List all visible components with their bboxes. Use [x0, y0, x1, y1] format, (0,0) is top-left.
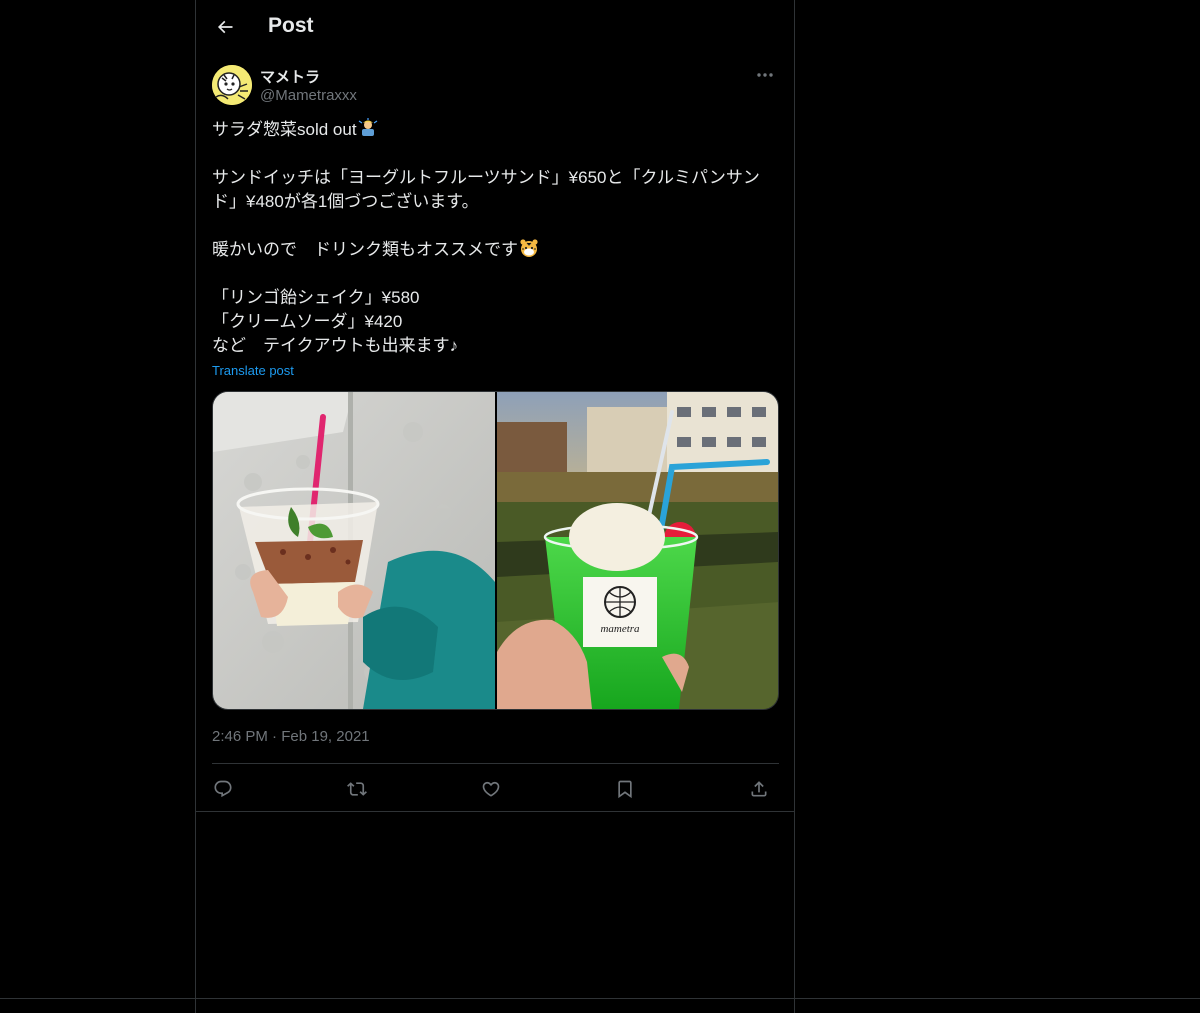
translate-post-link[interactable]: Translate post	[212, 363, 294, 378]
like-icon	[482, 781, 500, 797]
yogurt-parfait-photo[interactable]	[213, 392, 495, 709]
post-date[interactable]: Feb 19, 2021	[281, 728, 369, 745]
post-line: 「クリームソーダ」¥420	[212, 312, 403, 331]
share-button[interactable]	[742, 772, 776, 806]
more-options-button[interactable]	[750, 64, 780, 86]
post-time[interactable]: 2:46 PM	[212, 728, 268, 745]
divider	[0, 998, 1200, 999]
bookmark-button[interactable]	[608, 772, 642, 806]
more-horizontal-icon	[757, 73, 773, 77]
avatar[interactable]	[212, 65, 252, 105]
post-line: 暖かいので ドリンク類もオススメです	[212, 238, 772, 262]
page-title: Post	[268, 14, 314, 37]
arrow-left-icon	[217, 20, 233, 34]
divider	[196, 811, 794, 812]
reply-icon	[214, 780, 232, 798]
tiger-avatar-icon	[212, 65, 252, 105]
divider	[212, 763, 779, 764]
post-actions	[212, 772, 779, 806]
post-column: Post マメトラ @Mametraxxx サラダ惣菜sold out サンドイ…	[195, 0, 795, 1013]
bookmark-icon	[618, 780, 632, 799]
post-line: など テイクアウトも出来ます♪	[212, 336, 459, 355]
person-bowing-emoji-icon	[358, 118, 377, 136]
post-line: 「リンゴ飴シェイク」¥580	[212, 288, 420, 307]
timestamp-separator: ·	[272, 728, 278, 745]
like-button[interactable]	[474, 772, 508, 806]
author-handle[interactable]: @Mametraxxx	[260, 87, 357, 104]
repost-button[interactable]	[340, 772, 374, 806]
author-name[interactable]: マメトラ	[260, 66, 320, 87]
share-icon	[751, 781, 767, 797]
post-text: サラダ惣菜sold out サンドイッチは「ヨーグルトフルーツサンド」¥650と…	[212, 118, 772, 358]
repost-icon	[347, 782, 367, 796]
reply-button[interactable]	[206, 772, 240, 806]
post-timestamp: 2:46 PM · Feb 19, 2021	[212, 728, 370, 745]
header: Post	[196, 0, 794, 53]
post-line: サラダ惣菜sold out	[212, 118, 772, 142]
cream-soda-photo[interactable]: mametra	[496, 392, 778, 709]
post-line: ド」¥480が各1個づつございます。	[212, 192, 479, 211]
tiger-face-emoji-icon	[520, 239, 538, 257]
post-author: マメトラ @Mametraxxx	[212, 64, 780, 108]
post-media: mametra	[212, 391, 779, 710]
post-line: サンドイッチは「ヨーグルトフルーツサンド」¥650と「クルミパンサン	[212, 168, 760, 187]
cup-brand-label: mametra	[600, 623, 640, 635]
back-button[interactable]	[208, 10, 242, 44]
